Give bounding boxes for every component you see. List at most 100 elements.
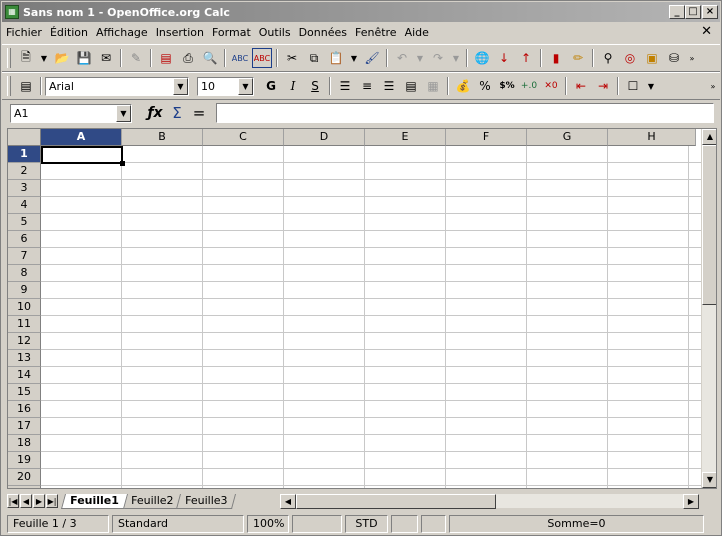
row-header[interactable]: 6 bbox=[8, 231, 41, 248]
select-all-corner[interactable] bbox=[8, 129, 41, 146]
row-header[interactable]: 4 bbox=[8, 197, 41, 214]
row-header[interactable]: 19 bbox=[8, 452, 41, 469]
vertical-scroll-thumb[interactable] bbox=[702, 145, 716, 305]
paste-dropdown-icon[interactable]: ▼ bbox=[348, 48, 360, 68]
new-dropdown-icon[interactable]: ▼ bbox=[38, 48, 50, 68]
column-header-e[interactable]: E bbox=[365, 129, 446, 146]
merge-cells-icon[interactable]: ▦ bbox=[423, 76, 443, 96]
minimize-button[interactable]: _ bbox=[669, 5, 685, 19]
email-icon[interactable]: ✉ bbox=[96, 48, 116, 68]
open-icon[interactable]: 📂 bbox=[52, 48, 72, 68]
column-header-a[interactable]: A bbox=[41, 129, 122, 146]
save-icon[interactable]: 💾 bbox=[74, 48, 94, 68]
last-sheet-icon[interactable]: ▶| bbox=[46, 494, 58, 508]
increase-indent-icon[interactable]: ⇥ bbox=[593, 76, 613, 96]
borders-dropdown-icon[interactable]: ▼ bbox=[645, 76, 657, 96]
scroll-down-icon[interactable]: ▼ bbox=[702, 472, 716, 488]
borders-icon[interactable]: ☐ bbox=[623, 76, 643, 96]
undo-dropdown-icon[interactable]: ▼ bbox=[414, 48, 426, 68]
italic-button[interactable]: I bbox=[283, 76, 303, 96]
page-preview-icon[interactable]: 🔍 bbox=[200, 48, 220, 68]
cut-icon[interactable]: ✂ bbox=[282, 48, 302, 68]
column-header-g[interactable]: G bbox=[527, 129, 608, 146]
delete-decimal-icon[interactable]: ✕0 bbox=[541, 76, 561, 96]
cell-grid[interactable] bbox=[41, 146, 701, 488]
row-header[interactable]: 11 bbox=[8, 316, 41, 333]
status-page-style[interactable]: Standard bbox=[112, 515, 244, 533]
font-name-combo[interactable]: Arial ▼ bbox=[45, 76, 189, 96]
sheet-tab-feuille2[interactable]: Feuille2 bbox=[121, 493, 183, 509]
toolbar-grip[interactable] bbox=[7, 48, 11, 68]
hyperlink-icon[interactable]: 🌐 bbox=[472, 48, 492, 68]
vertical-scrollbar[interactable]: ▲ ▼ bbox=[701, 129, 716, 488]
column-header-c[interactable]: C bbox=[203, 129, 284, 146]
scroll-right-icon[interactable]: ▶ bbox=[683, 494, 699, 509]
horizontal-scroll-thumb[interactable] bbox=[296, 494, 496, 509]
standard-number-format-icon[interactable]: $% bbox=[497, 76, 517, 96]
sheet-tab-feuille3[interactable]: Feuille3 bbox=[176, 493, 237, 509]
scroll-up-icon[interactable]: ▲ bbox=[702, 129, 716, 145]
row-header[interactable]: 17 bbox=[8, 418, 41, 435]
prev-sheet-icon[interactable]: ◀ bbox=[20, 494, 32, 508]
row-header[interactable]: 2 bbox=[8, 163, 41, 180]
next-sheet-icon[interactable]: ▶ bbox=[33, 494, 45, 508]
row-header[interactable]: 10 bbox=[8, 299, 41, 316]
menu-donnees[interactable]: Données bbox=[295, 24, 351, 42]
sheet-tab-feuille1[interactable]: Feuille1 bbox=[60, 493, 128, 509]
menu-edition[interactable]: Édition bbox=[46, 24, 92, 42]
function-wizard-icon[interactable]: ƒx bbox=[144, 105, 166, 121]
sort-ascending-icon[interactable]: ↓ bbox=[494, 48, 514, 68]
active-cell-cursor[interactable] bbox=[41, 146, 125, 166]
navigator-icon[interactable]: ◎ bbox=[620, 48, 640, 68]
redo-dropdown-icon[interactable]: ▼ bbox=[450, 48, 462, 68]
redo-icon[interactable]: ↷ bbox=[428, 48, 448, 68]
menu-aide[interactable]: Aide bbox=[401, 24, 433, 42]
row-header[interactable]: 16 bbox=[8, 401, 41, 418]
row-header[interactable]: 15 bbox=[8, 384, 41, 401]
find-replace-icon[interactable]: ⚲ bbox=[598, 48, 618, 68]
row-header[interactable]: 21 bbox=[8, 486, 41, 488]
column-header-d[interactable]: D bbox=[284, 129, 365, 146]
undo-icon[interactable]: ↶ bbox=[392, 48, 412, 68]
percent-format-icon[interactable]: % bbox=[475, 76, 495, 96]
sum-icon[interactable]: Σ bbox=[166, 104, 188, 122]
row-header[interactable]: 1 bbox=[8, 146, 41, 163]
data-sources-icon[interactable]: ⛁ bbox=[664, 48, 684, 68]
menu-fichier[interactable]: Fichier bbox=[2, 24, 46, 42]
row-header[interactable]: 9 bbox=[8, 282, 41, 299]
align-right-icon[interactable]: ☰ bbox=[379, 76, 399, 96]
row-header[interactable]: 14 bbox=[8, 367, 41, 384]
justify-icon[interactable]: ▤ bbox=[401, 76, 421, 96]
auto-spellcheck-icon[interactable]: ABC bbox=[252, 48, 272, 68]
paste-icon[interactable]: 📋 bbox=[326, 48, 346, 68]
currency-format-icon[interactable]: 💰 bbox=[453, 76, 473, 96]
edit-file-icon[interactable]: ✎ bbox=[126, 48, 146, 68]
format-paintbrush-icon[interactable]: 🖌 bbox=[362, 48, 382, 68]
align-center-icon[interactable]: ≡ bbox=[357, 76, 377, 96]
export-pdf-icon[interactable]: ▤ bbox=[156, 48, 176, 68]
styles-formatting-icon[interactable]: ▤ bbox=[16, 76, 36, 96]
draw-functions-icon[interactable]: ✏ bbox=[568, 48, 588, 68]
column-header-f[interactable]: F bbox=[446, 129, 527, 146]
new-document-icon[interactable]: 🗎 bbox=[16, 48, 36, 68]
toolbar-overflow-icon[interactable]: » bbox=[686, 48, 698, 68]
decrease-indent-icon[interactable]: ⇤ bbox=[571, 76, 591, 96]
bold-button[interactable]: G bbox=[261, 76, 281, 96]
column-header-h[interactable]: H bbox=[608, 129, 696, 146]
toolbar-grip[interactable] bbox=[7, 76, 11, 96]
menu-outils[interactable]: Outils bbox=[255, 24, 295, 42]
row-header[interactable]: 18 bbox=[8, 435, 41, 452]
row-header[interactable]: 7 bbox=[8, 248, 41, 265]
chevron-down-icon[interactable]: ▼ bbox=[173, 77, 188, 95]
function-equals-icon[interactable]: = bbox=[188, 104, 210, 122]
sort-descending-icon[interactable]: ↑ bbox=[516, 48, 536, 68]
align-left-icon[interactable]: ☰ bbox=[335, 76, 355, 96]
gallery-icon[interactable]: ▣ bbox=[642, 48, 662, 68]
underline-button[interactable]: S bbox=[305, 76, 325, 96]
font-size-combo[interactable]: 10 ▼ bbox=[197, 76, 254, 96]
chart-icon[interactable]: ▮ bbox=[546, 48, 566, 68]
horizontal-scrollbar[interactable]: ◀ ▶ bbox=[279, 493, 699, 509]
formula-input[interactable] bbox=[216, 103, 714, 123]
chevron-down-icon[interactable]: ▼ bbox=[238, 77, 253, 95]
close-button[interactable]: × bbox=[702, 5, 718, 19]
